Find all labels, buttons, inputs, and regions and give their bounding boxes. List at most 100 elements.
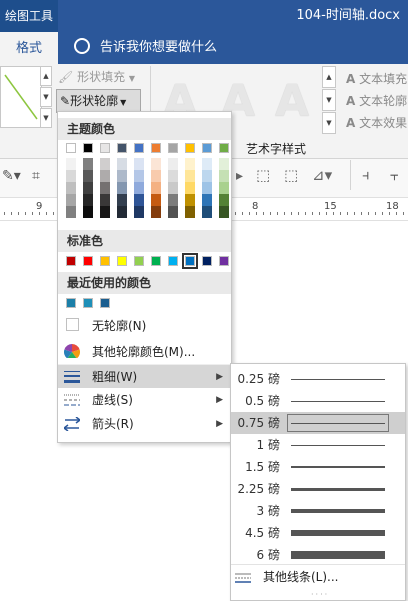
- theme-shade-swatch[interactable]: [66, 206, 76, 218]
- theme-shade-swatch[interactable]: [66, 170, 76, 182]
- theme-shade-swatch[interactable]: [151, 182, 161, 194]
- weight-option[interactable]: 0.5 磅: [231, 390, 405, 412]
- theme-color-swatch[interactable]: [168, 143, 178, 153]
- theme-shade-swatch[interactable]: [219, 206, 229, 218]
- weight-option[interactable]: 6 磅: [231, 544, 405, 566]
- recent-color-swatch[interactable]: [100, 298, 110, 308]
- theme-color-swatch[interactable]: [219, 143, 229, 153]
- theme-shade-swatch[interactable]: [202, 206, 212, 218]
- theme-shade-swatch[interactable]: [202, 158, 212, 170]
- theme-shade-swatch[interactable]: [185, 194, 195, 206]
- scroll-up-icon[interactable]: ▲: [322, 66, 336, 88]
- theme-color-swatch[interactable]: [134, 143, 144, 153]
- theme-shade-swatch[interactable]: [151, 170, 161, 182]
- scroll-up-icon[interactable]: ▲: [40, 66, 52, 86]
- weight-item[interactable]: 粗细(W) ▶: [58, 364, 231, 388]
- theme-color-swatch[interactable]: [151, 143, 161, 153]
- more-colors-item[interactable]: 其他轮廓颜色(M)...: [58, 340, 231, 364]
- theme-shade-swatch[interactable]: [219, 158, 229, 170]
- align-icon[interactable]: ⬚: [256, 166, 270, 184]
- theme-shade-swatch[interactable]: [134, 194, 144, 206]
- bring-forward-icon[interactable]: ⫞: [362, 166, 370, 184]
- send-backward-icon[interactable]: ⫟: [390, 166, 399, 184]
- text-box-icon[interactable]: ⌗: [32, 168, 40, 184]
- theme-shade-swatch[interactable]: [100, 158, 110, 170]
- shape-outline-button[interactable]: ✎形状轮廓 ▼: [56, 89, 141, 113]
- theme-shade-swatch[interactable]: [168, 206, 178, 218]
- theme-shade-swatch[interactable]: [168, 182, 178, 194]
- more-icon[interactable]: ▼: [322, 112, 336, 134]
- group-icon[interactable]: ⬚: [284, 166, 298, 184]
- theme-shade-swatch[interactable]: [151, 158, 161, 170]
- wordart-scroll[interactable]: ▲ ▼ ▼: [322, 66, 336, 134]
- weight-option[interactable]: 1 磅: [231, 434, 405, 456]
- theme-shade-swatch[interactable]: [219, 182, 229, 194]
- theme-shade-swatch[interactable]: [219, 170, 229, 182]
- theme-shade-swatch[interactable]: [134, 206, 144, 218]
- shape-style-preview[interactable]: [0, 66, 42, 128]
- theme-shade-swatch[interactable]: [100, 182, 110, 194]
- scroll-down-icon[interactable]: ▼: [40, 87, 52, 107]
- theme-shade-swatch[interactable]: [134, 182, 144, 194]
- standard-color-swatch[interactable]: [182, 253, 198, 269]
- resize-grip-icon[interactable]: ····: [311, 590, 329, 599]
- scroll-down-icon[interactable]: ▼: [322, 89, 336, 111]
- theme-shade-swatch[interactable]: [202, 182, 212, 194]
- weight-option[interactable]: 4.5 磅: [231, 522, 405, 544]
- theme-shade-swatch[interactable]: [83, 182, 93, 194]
- theme-color-swatch[interactable]: [100, 143, 110, 153]
- text-fill-button[interactable]: A 文本填充: [346, 68, 407, 90]
- theme-shade-swatch[interactable]: [168, 170, 178, 182]
- recent-color-swatch[interactable]: [66, 298, 76, 308]
- standard-color-swatch[interactable]: [100, 256, 110, 266]
- edit-shape-icon[interactable]: ✎▾: [2, 168, 21, 184]
- arrows-item[interactable]: 箭头(R) ▶: [58, 412, 231, 436]
- theme-shade-swatch[interactable]: [202, 194, 212, 206]
- theme-shade-swatch[interactable]: [185, 182, 195, 194]
- theme-shade-swatch[interactable]: [117, 194, 127, 206]
- shape-style-scroll[interactable]: ▲ ▼ ▼: [40, 66, 52, 128]
- standard-color-swatch[interactable]: [83, 256, 93, 266]
- theme-shade-swatch[interactable]: [185, 158, 195, 170]
- recent-color-swatch[interactable]: [83, 298, 93, 308]
- theme-shade-swatch[interactable]: [117, 158, 127, 170]
- standard-color-swatch[interactable]: [219, 256, 229, 266]
- position-icon[interactable]: ▸: [236, 168, 243, 184]
- theme-shade-swatch[interactable]: [185, 170, 195, 182]
- theme-shade-swatch[interactable]: [66, 182, 76, 194]
- theme-color-swatch[interactable]: [83, 143, 93, 153]
- theme-shade-swatch[interactable]: [185, 206, 195, 218]
- theme-shade-swatch[interactable]: [66, 194, 76, 206]
- standard-color-swatch[interactable]: [202, 256, 212, 266]
- no-outline-item[interactable]: 无轮廓(N): [58, 314, 231, 338]
- wordart-style-3[interactable]: A: [272, 80, 312, 124]
- theme-color-swatch[interactable]: [66, 143, 76, 153]
- tab-format[interactable]: 格式: [0, 32, 58, 64]
- more-lines-item[interactable]: 其他线条(L)...: [231, 564, 405, 588]
- tell-me-search[interactable]: 告诉我你想要做什么: [74, 32, 217, 64]
- theme-shade-swatch[interactable]: [83, 170, 93, 182]
- standard-color-swatch[interactable]: [168, 256, 178, 266]
- weight-option[interactable]: 3 磅: [231, 500, 405, 522]
- rotate-icon[interactable]: ⊿▾: [312, 166, 332, 184]
- weight-option[interactable]: 1.5 磅: [231, 456, 405, 478]
- theme-shade-swatch[interactable]: [83, 206, 93, 218]
- theme-shade-swatch[interactable]: [100, 206, 110, 218]
- theme-shade-swatch[interactable]: [100, 194, 110, 206]
- dashes-item[interactable]: 虚线(S) ▶: [58, 388, 231, 412]
- text-effects-button[interactable]: A 文本效果: [346, 112, 407, 134]
- text-outline-button[interactable]: A 文本轮廓: [346, 90, 407, 112]
- weight-option[interactable]: 2.25 磅: [231, 478, 405, 500]
- theme-color-swatch[interactable]: [117, 143, 127, 153]
- theme-shade-swatch[interactable]: [151, 206, 161, 218]
- theme-color-swatch[interactable]: [202, 143, 212, 153]
- theme-color-swatch[interactable]: [185, 143, 195, 153]
- standard-color-swatch[interactable]: [117, 256, 127, 266]
- weight-option[interactable]: 0.75 磅: [231, 412, 405, 434]
- standard-color-swatch[interactable]: [134, 256, 144, 266]
- theme-shade-swatch[interactable]: [151, 194, 161, 206]
- more-icon[interactable]: ▼: [40, 108, 52, 128]
- theme-shade-swatch[interactable]: [117, 170, 127, 182]
- theme-shade-swatch[interactable]: [66, 158, 76, 170]
- theme-shade-swatch[interactable]: [83, 194, 93, 206]
